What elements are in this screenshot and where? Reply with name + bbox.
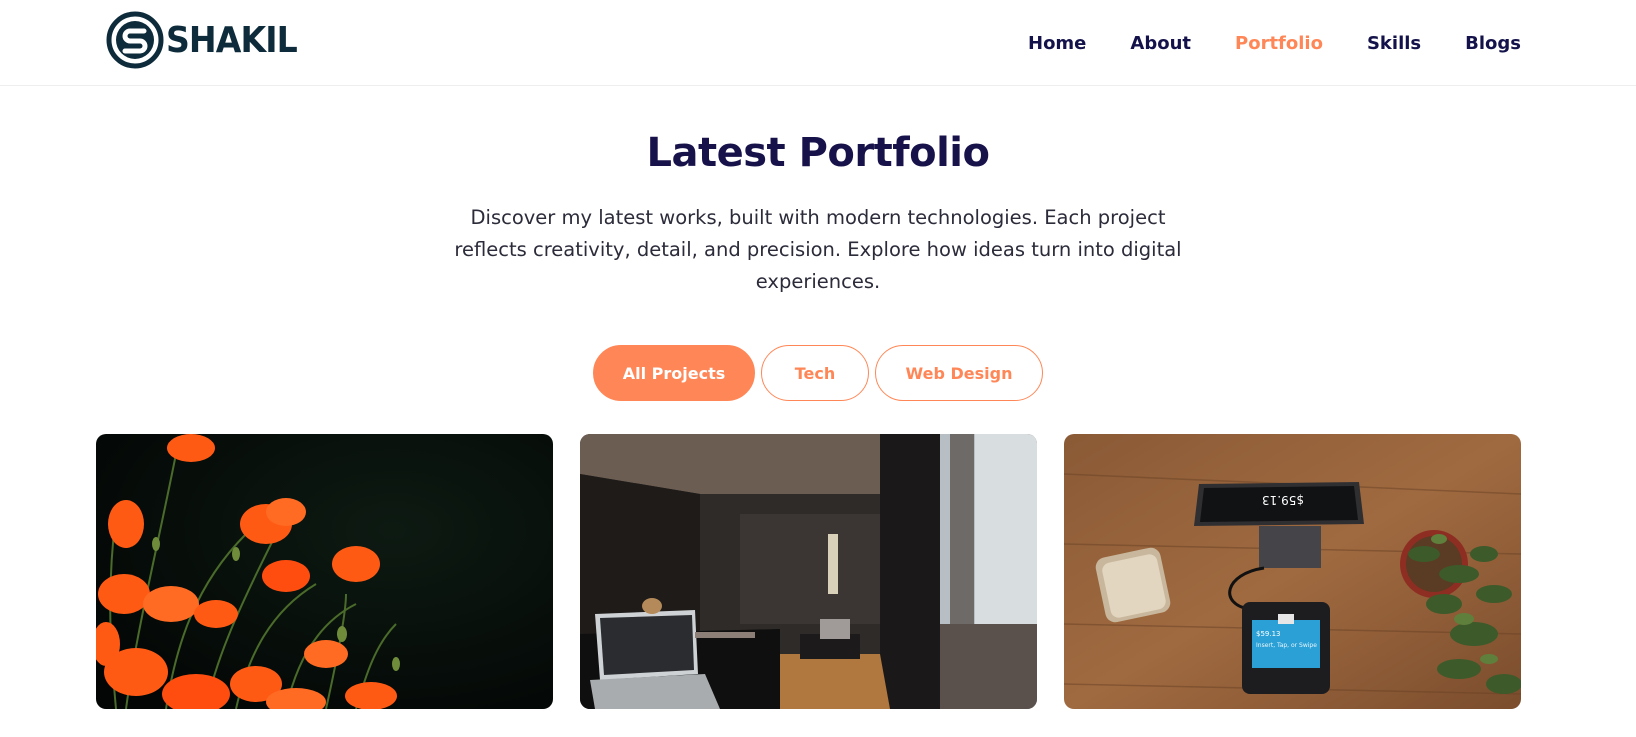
portfolio-card[interactable] [580, 434, 1037, 709]
nav-skills-link[interactable]: Skills [1367, 33, 1421, 54]
filter-web-design-button[interactable]: Web Design [875, 345, 1043, 401]
filter-all-projects-button[interactable]: All Projects [593, 345, 755, 401]
logo-s-icon [106, 11, 164, 69]
nav-about-link[interactable]: About [1130, 33, 1191, 54]
portfolio-grid: $59.13 $59.13 Insert, Tap, or Swipe [96, 434, 1522, 709]
screen-prompt-text: Insert, Tap, or Swipe [1256, 642, 1317, 649]
screen-amount-text: $59.13 [1256, 630, 1281, 638]
portfolio-filters: All Projects Tech Web Design [0, 345, 1636, 401]
nav-home-link[interactable]: Home [1028, 33, 1086, 54]
navbar: SHAKIL Home About Portfolio Skills Blogs [0, 0, 1636, 86]
section-intro: Discover my latest works, built with mod… [454, 206, 1182, 293]
brand-name: SHAKIL [166, 19, 298, 61]
site-logo[interactable]: SHAKIL [106, 11, 308, 69]
portfolio-card[interactable]: $59.13 $59.13 Insert, Tap, or Swipe [1064, 434, 1521, 709]
payment-terminal-desk-photo: $59.13 $59.13 Insert, Tap, or Swipe [1064, 434, 1521, 709]
dark-interior-laptop-photo [580, 434, 1037, 709]
portfolio-card[interactable] [96, 434, 553, 709]
nav-blogs-link[interactable]: Blogs [1465, 33, 1521, 54]
orange-poppies-photo [96, 434, 553, 709]
filter-tech-button[interactable]: Tech [761, 345, 869, 401]
nav-portfolio-link[interactable]: Portfolio [1235, 33, 1323, 54]
main-nav: Home About Portfolio Skills Blogs [984, 0, 1521, 86]
receipt-amount-text: $59.13 [1262, 493, 1304, 507]
section-title: Latest Portfolio [646, 130, 990, 176]
